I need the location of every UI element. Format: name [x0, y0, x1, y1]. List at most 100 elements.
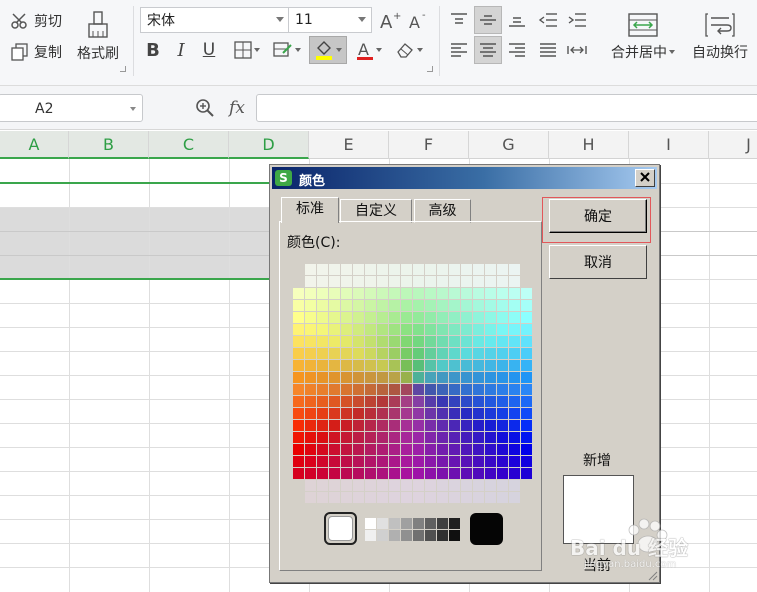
color-swatch[interactable]: [497, 336, 508, 347]
copy-button[interactable]: 复制: [10, 41, 62, 63]
color-swatch[interactable]: [485, 432, 496, 443]
color-swatch[interactable]: [521, 348, 532, 359]
color-swatch[interactable]: [389, 384, 400, 395]
color-swatch[interactable]: [461, 480, 472, 491]
color-swatch[interactable]: [317, 312, 328, 323]
color-swatch[interactable]: [329, 312, 340, 323]
color-swatch[interactable]: [497, 408, 508, 419]
gray-swatch[interactable]: [425, 530, 436, 541]
auto-wrap-button[interactable]: 自动换行: [687, 8, 753, 66]
color-swatch[interactable]: [365, 384, 376, 395]
color-swatch[interactable]: [473, 276, 484, 287]
color-swatch[interactable]: [509, 456, 520, 467]
color-swatch[interactable]: [377, 420, 388, 431]
color-swatch[interactable]: [425, 396, 436, 407]
color-swatch[interactable]: [389, 420, 400, 431]
color-swatch[interactable]: [329, 468, 340, 479]
font-group-corner[interactable]: [427, 66, 433, 72]
color-swatch[interactable]: [485, 276, 496, 287]
tab-standard[interactable]: 标准: [281, 197, 339, 223]
color-swatch[interactable]: [449, 432, 460, 443]
color-swatch[interactable]: [461, 384, 472, 395]
color-swatch[interactable]: [401, 396, 412, 407]
color-swatch[interactable]: [293, 324, 304, 335]
color-swatch[interactable]: [317, 492, 328, 503]
color-swatch[interactable]: [473, 456, 484, 467]
column-header-a[interactable]: A: [0, 131, 69, 159]
align-top-button[interactable]: [447, 8, 471, 32]
color-swatch[interactable]: [485, 312, 496, 323]
color-swatch[interactable]: [341, 312, 352, 323]
color-swatch[interactable]: [353, 336, 364, 347]
clipboard-group-corner[interactable]: [120, 66, 126, 72]
color-swatch[interactable]: [497, 468, 508, 479]
color-swatch[interactable]: [389, 444, 400, 455]
color-swatch[interactable]: [437, 324, 448, 335]
color-swatch[interactable]: [461, 264, 472, 275]
color-swatch[interactable]: [413, 372, 424, 383]
color-swatch[interactable]: [413, 384, 424, 395]
color-swatch[interactable]: [293, 396, 304, 407]
color-swatch[interactable]: [317, 480, 328, 491]
color-swatch[interactable]: [329, 420, 340, 431]
color-swatch[interactable]: [377, 468, 388, 479]
gray-swatch[interactable]: [413, 530, 424, 541]
color-swatch[interactable]: [497, 348, 508, 359]
color-swatch[interactable]: [497, 432, 508, 443]
color-swatch[interactable]: [509, 396, 520, 407]
color-swatch[interactable]: [293, 408, 304, 419]
align-left-button[interactable]: [447, 38, 471, 62]
color-swatch[interactable]: [365, 300, 376, 311]
color-swatch[interactable]: [425, 408, 436, 419]
color-swatch[interactable]: [365, 492, 376, 503]
color-swatch[interactable]: [521, 432, 532, 443]
gray-swatch[interactable]: [389, 518, 400, 529]
column-header-b[interactable]: B: [69, 131, 149, 159]
color-swatch[interactable]: [437, 468, 448, 479]
color-swatch[interactable]: [485, 420, 496, 431]
align-bottom-button[interactable]: [505, 8, 529, 32]
color-swatch[interactable]: [329, 396, 340, 407]
color-swatch[interactable]: [461, 336, 472, 347]
color-swatch[interactable]: [521, 336, 532, 347]
color-swatch[interactable]: [413, 396, 424, 407]
color-swatch[interactable]: [485, 396, 496, 407]
color-swatch[interactable]: [293, 360, 304, 371]
color-swatch[interactable]: [485, 408, 496, 419]
color-swatch[interactable]: [365, 432, 376, 443]
color-swatch[interactable]: [341, 360, 352, 371]
color-swatch[interactable]: [473, 372, 484, 383]
decrease-font-button[interactable]: A-: [407, 9, 431, 31]
color-swatch[interactable]: [305, 456, 316, 467]
color-swatch[interactable]: [365, 408, 376, 419]
color-swatch[interactable]: [461, 300, 472, 311]
color-swatch[interactable]: [401, 336, 412, 347]
color-swatch[interactable]: [365, 276, 376, 287]
color-swatch[interactable]: [293, 312, 304, 323]
color-swatch[interactable]: [341, 384, 352, 395]
color-swatch[interactable]: [401, 360, 412, 371]
color-swatch[interactable]: [473, 420, 484, 431]
color-swatch[interactable]: [317, 360, 328, 371]
color-swatch[interactable]: [365, 348, 376, 359]
color-swatch[interactable]: [401, 276, 412, 287]
color-swatch[interactable]: [365, 456, 376, 467]
name-box[interactable]: A2: [0, 94, 143, 122]
color-swatch[interactable]: [401, 408, 412, 419]
color-swatch[interactable]: [341, 264, 352, 275]
color-swatch[interactable]: [401, 264, 412, 275]
color-swatch[interactable]: [497, 396, 508, 407]
color-swatch[interactable]: [413, 360, 424, 371]
color-swatch[interactable]: [437, 336, 448, 347]
color-swatch[interactable]: [305, 432, 316, 443]
color-swatch[interactable]: [305, 468, 316, 479]
font-color-button[interactable]: A: [352, 38, 386, 62]
color-swatch[interactable]: [293, 336, 304, 347]
color-swatch[interactable]: [329, 336, 340, 347]
color-swatch[interactable]: [473, 408, 484, 419]
color-swatch[interactable]: [401, 468, 412, 479]
color-swatch[interactable]: [353, 324, 364, 335]
gray-swatch[interactable]: [437, 518, 448, 529]
color-swatch[interactable]: [437, 384, 448, 395]
color-swatch[interactable]: [329, 408, 340, 419]
